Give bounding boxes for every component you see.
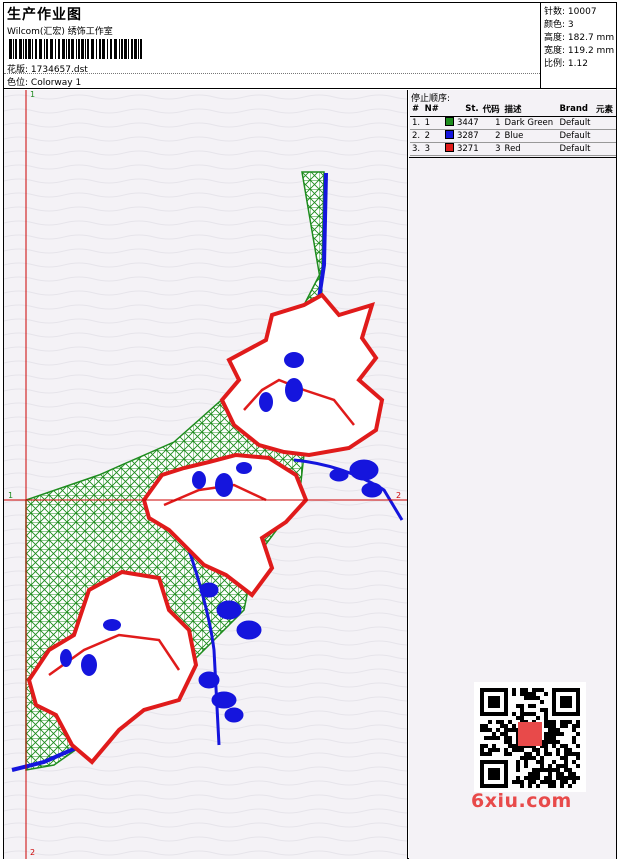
row-index: 3. xyxy=(410,142,423,156)
stat-value: 119.2 mm xyxy=(567,46,615,56)
col-element: 元素 xyxy=(594,103,616,117)
stat-colors: 颜色: 3 xyxy=(544,19,616,32)
barcode-image xyxy=(9,39,142,59)
site-watermark: 6xiu.com xyxy=(471,790,572,812)
stitch-count: 3271 xyxy=(456,144,479,154)
row-number: 2 xyxy=(422,129,442,143)
color-swatch xyxy=(445,117,455,126)
design-stats: 针数: 10007 颜色: 3 高度: 182.7 mm 宽度: 119.2 m… xyxy=(540,3,616,89)
row-index: 2. xyxy=(410,129,423,143)
stat-value: 182.7 mm xyxy=(567,33,615,43)
row-stitches: 3287 xyxy=(441,129,481,143)
stat-value: 1.12 xyxy=(567,59,588,69)
table-divider xyxy=(409,157,616,158)
row-brand: Default xyxy=(557,129,595,143)
table-row[interactable]: 3. 3 3271 3 Red Default xyxy=(410,142,616,156)
col-stitches: St. xyxy=(441,103,481,117)
stat-value: 3 xyxy=(567,20,574,30)
stop-sequence-panel: 停止顺序: # N# St. 代码 描述 Brand 元素 1. 1 3447 1 D… xyxy=(409,90,616,859)
stop-sequence-table: # N# St. 代码 描述 Brand 元素 1. 1 3447 1 Dark Gr… xyxy=(410,103,616,156)
studio-name: Wilcom(汇宏) 绣饰工作室 xyxy=(7,27,113,37)
row-description: Red xyxy=(502,142,558,156)
col-brand: Brand xyxy=(557,103,595,117)
axis-label-top: 1 xyxy=(30,90,36,99)
col-description: 描述 xyxy=(502,103,558,117)
table-row[interactable]: 1. 1 3447 1 Dark Green Default xyxy=(410,116,616,130)
production-worksheet: 生产作业图 Wilcom(汇宏) 绣饰工作室 花版: 1734657.dst 色… xyxy=(3,2,617,859)
table-row[interactable]: 2. 2 3287 2 Blue Default xyxy=(410,129,616,143)
stat-scale: 比例: 1.12 xyxy=(544,58,616,71)
row-brand: Default xyxy=(557,142,595,156)
stat-value: 10007 xyxy=(567,7,597,17)
design-label: 花版: xyxy=(7,65,29,75)
color-swatch xyxy=(445,143,455,152)
stat-stitches: 针数: 10007 xyxy=(544,6,616,19)
stitch-count: 3287 xyxy=(456,131,479,141)
row-description: Blue xyxy=(502,129,558,143)
stat-height: 高度: 182.7 mm xyxy=(544,32,616,45)
worksheet-header: 生产作业图 Wilcom(汇宏) 绣饰工作室 花版: 1734657.dst 色… xyxy=(4,3,616,89)
stitch-count: 3447 xyxy=(456,118,479,128)
colorway-row: 色位: Colorway 1 xyxy=(7,75,81,88)
row-element xyxy=(594,129,616,143)
qr-code-image xyxy=(474,682,586,792)
row-stitches: 3447 xyxy=(441,116,481,130)
row-number: 1 xyxy=(422,116,442,130)
header-info: 生产作业图 Wilcom(汇宏) 绣饰工作室 花版: 1734657.dst 色… xyxy=(4,3,540,89)
row-element xyxy=(594,116,616,130)
row-number: 3 xyxy=(422,142,442,156)
row-stitches: 3271 xyxy=(441,142,481,156)
design-row: 花版: 1734657.dst xyxy=(7,62,88,75)
col-code: 代码 xyxy=(480,103,503,117)
axis-label-right: 2 xyxy=(396,491,402,500)
row-brand: Default xyxy=(557,116,595,130)
page-title: 生产作业图 xyxy=(7,7,82,23)
stat-label: 比例: xyxy=(544,59,566,69)
stat-label: 宽度: xyxy=(544,46,566,56)
row-description: Dark Green xyxy=(502,116,558,130)
stat-width: 宽度: 119.2 mm xyxy=(544,45,616,58)
colorway-label: 色位: xyxy=(7,78,29,88)
row-code: 3 xyxy=(480,142,503,156)
stat-label: 颜色: xyxy=(544,20,566,30)
stat-label: 针数: xyxy=(544,7,566,17)
axis-label-bottom: 2 xyxy=(30,848,36,857)
colorway-value: Colorway 1 xyxy=(30,78,82,88)
col-index: # xyxy=(410,103,423,117)
design-canvas[interactable]: 1 1 2 2 xyxy=(4,90,408,859)
row-index: 1. xyxy=(410,116,423,130)
row-element xyxy=(594,142,616,156)
stat-label: 高度: xyxy=(544,33,566,43)
row-code: 2 xyxy=(480,129,503,143)
col-number: N# xyxy=(422,103,442,117)
color-swatch xyxy=(445,130,455,139)
embroidery-preview xyxy=(4,90,407,859)
design-value: 1734657.dst xyxy=(30,65,88,75)
row-code: 1 xyxy=(480,116,503,130)
table-header-row: # N# St. 代码 描述 Brand 元素 xyxy=(410,103,616,117)
axis-label-left: 1 xyxy=(8,491,14,500)
